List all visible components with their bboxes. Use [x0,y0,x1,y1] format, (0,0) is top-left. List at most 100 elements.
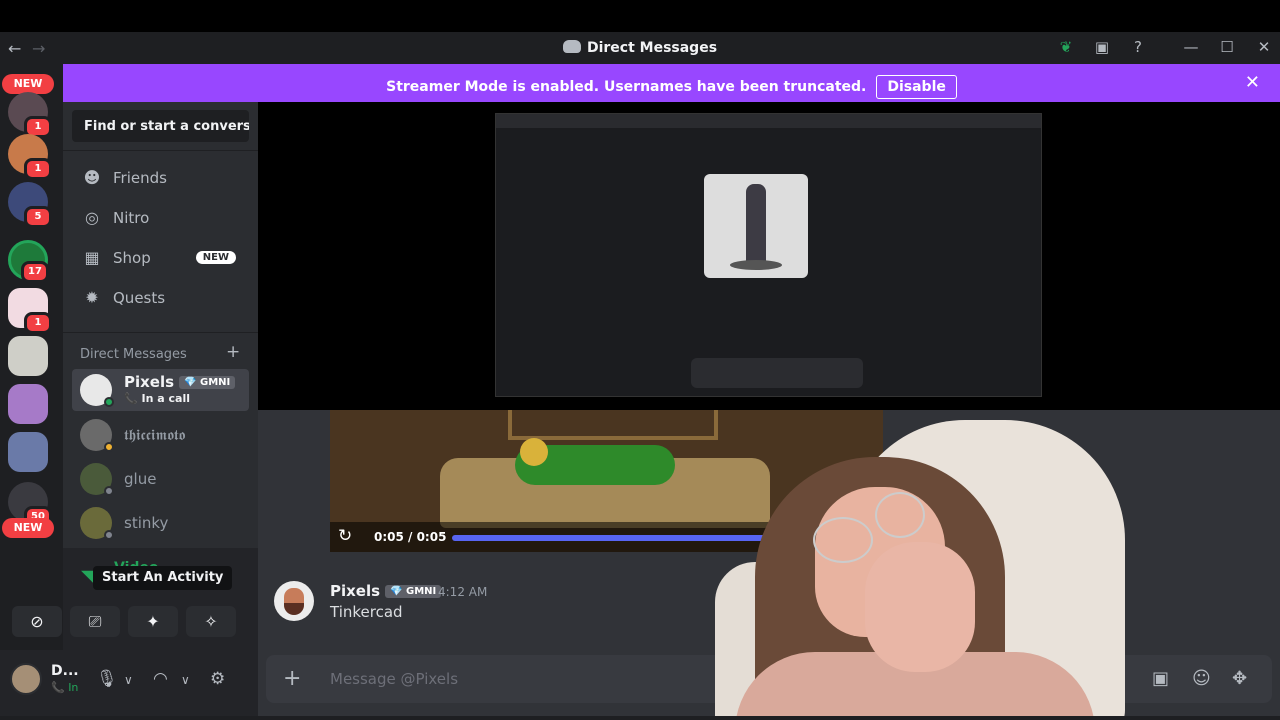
apps-icon[interactable]: ✥ [1232,668,1247,689]
inbox-icon[interactable]: ▣ [1091,38,1113,56]
banner-text: Streamer Mode is enabled. Usernames have… [386,79,867,95]
nav-friends-label: Friends [113,169,167,187]
camera-off-button[interactable]: ⊘ [12,606,62,637]
divider [63,150,258,151]
new-tag: NEW [195,251,236,264]
server-icon[interactable] [8,384,48,424]
mention-badge: 5 [24,206,52,228]
mention-badge: 1 [24,312,52,334]
server-icon[interactable] [8,336,48,376]
soundboard-icon: ✧ [204,612,218,631]
dm-item-pixels[interactable]: Pixels 💎 GMNI 📞 In a call [72,369,249,411]
chevron-down-icon[interactable]: ∨ [124,673,133,687]
start-activity-button[interactable]: ✦ [128,606,178,637]
new-unread-pill[interactable]: NEW [2,74,54,94]
disable-streamer-mode-button[interactable]: Disable [876,75,957,99]
headphones-icon[interactable]: ◠ [153,669,168,689]
user-avatar[interactable] [10,663,42,695]
attach-plus-icon[interactable]: + [283,666,301,691]
title-bar: ← → Direct Messages ❦ ▣ ? — ☐ ✕ [0,32,1280,64]
banner-close-icon[interactable]: ✕ [1245,72,1260,93]
message-input[interactable]: Message @Pixels [330,670,458,688]
server-icon[interactable]: 1 [8,288,52,334]
screen-share-stream[interactable] [495,113,1042,397]
soundboard-button[interactable]: ✧ [186,606,236,637]
shared-input-box [691,358,863,388]
maximize-icon[interactable]: ☐ [1216,38,1238,56]
close-window-icon[interactable]: ✕ [1253,38,1275,56]
nav-shop-label: Shop [113,249,151,267]
mention-badge: 1 [24,158,52,180]
dm-item[interactable]: glue [72,458,249,500]
user-panel: D... 📞 In 🎙 ∨ ◠ ∨ ⚙ [0,650,258,720]
find-conversation-search[interactable]: Find or start a convers... [72,110,249,142]
server-icon[interactable]: 17 [8,240,49,283]
server-icon[interactable]: 50 [8,482,52,528]
webcam-overlay [715,412,1135,720]
microphone-icon[interactable]: 🎙 [96,669,118,689]
server-icon[interactable]: 1 [8,92,52,138]
message-avatar[interactable] [274,581,314,621]
dm-name: stinky [124,514,169,532]
dm-item[interactable]: stinky [72,502,249,544]
message-author[interactable]: Pixels 💎 GMNI [330,582,442,600]
mention-badge: 17 [21,261,49,283]
shared-browser-toolbar [496,114,1041,128]
video-scene-frame [508,410,718,440]
dm-header: Direct Messages [80,347,187,362]
dm-name-text: Pixels [124,373,175,391]
help-icon[interactable]: ? [1127,38,1149,56]
camera-off-icon: ⊘ [30,612,44,631]
user-status: 📞 In [51,681,79,694]
signal-icon: ◥ [81,566,94,585]
sticker-icon[interactable]: ▣ [1152,668,1169,689]
user-name: D... [51,663,79,679]
minimize-icon[interactable]: — [1180,38,1202,56]
shared-figure-image [704,174,808,278]
status-online-icon [104,397,114,407]
window-title-text: Direct Messages [586,40,718,56]
chevron-down-icon[interactable]: ∨ [181,673,190,687]
server-icon[interactable] [8,432,48,472]
emoji-icon[interactable]: ☺ [1192,668,1211,689]
server-icon[interactable]: 5 [8,182,52,228]
dm-name: Pixels 💎 GMNI [124,373,236,391]
settings-gear-icon[interactable]: ⚙ [210,669,225,689]
nav-quests[interactable]: ✹ Quests [72,280,249,316]
guild-tag: 💎 GMNI [385,585,442,598]
window-title: Direct Messages [0,40,1280,56]
nav-nitro[interactable]: ◎ Nitro [72,200,249,236]
webcam-glasses [813,517,873,563]
activity-tooltip: Start An Activity [93,566,233,590]
dm-name: glue [124,470,157,488]
nav-nitro-label: Nitro [113,209,150,227]
activity-icon: ✦ [146,612,160,631]
server-icon[interactable]: 1 [8,134,52,180]
guild-tag: 💎 GMNI [179,376,236,389]
figure-shape [746,184,766,264]
new-unread-pill[interactable]: NEW [2,518,54,538]
streamer-mode-banner: Streamer Mode is enabled. Usernames have… [63,64,1280,102]
nitro-icon: ◎ [85,208,99,227]
letterbox-top [0,0,1280,32]
shop-icon: ▦ [84,248,100,267]
replay-icon[interactable]: ↻ [338,526,352,546]
in-call-status: 📞 In a call [124,392,191,405]
dm-name: 𝖙𝖍𝖎𝖈𝖈𝖎𝖒𝖔𝖙𝖔 [124,426,186,444]
bottom-edge [0,716,1280,720]
status-offline-icon [104,486,114,496]
figure-base [730,260,782,270]
webcam-glasses [875,492,925,538]
quests-icon: ✹ [85,288,99,307]
avatar-beard [284,603,304,615]
create-dm-plus-icon[interactable]: + [226,342,240,362]
friends-icon: ☻ [83,168,101,187]
leaf-icon[interactable]: ❦ [1055,38,1077,56]
dm-item[interactable]: 𝖙𝖍𝖎𝖈𝖈𝖎𝖒𝖔𝖙𝖔 [72,414,249,456]
nav-friends[interactable]: ☻ Friends [72,160,249,196]
nav-quests-label: Quests [113,289,166,307]
video-scene-hair [520,438,548,466]
nav-shop[interactable]: ▦ Shop NEW [72,240,249,276]
screen-share-button[interactable]: ⎚ [70,606,120,637]
message-timestamp: 4:12 AM [438,585,488,599]
